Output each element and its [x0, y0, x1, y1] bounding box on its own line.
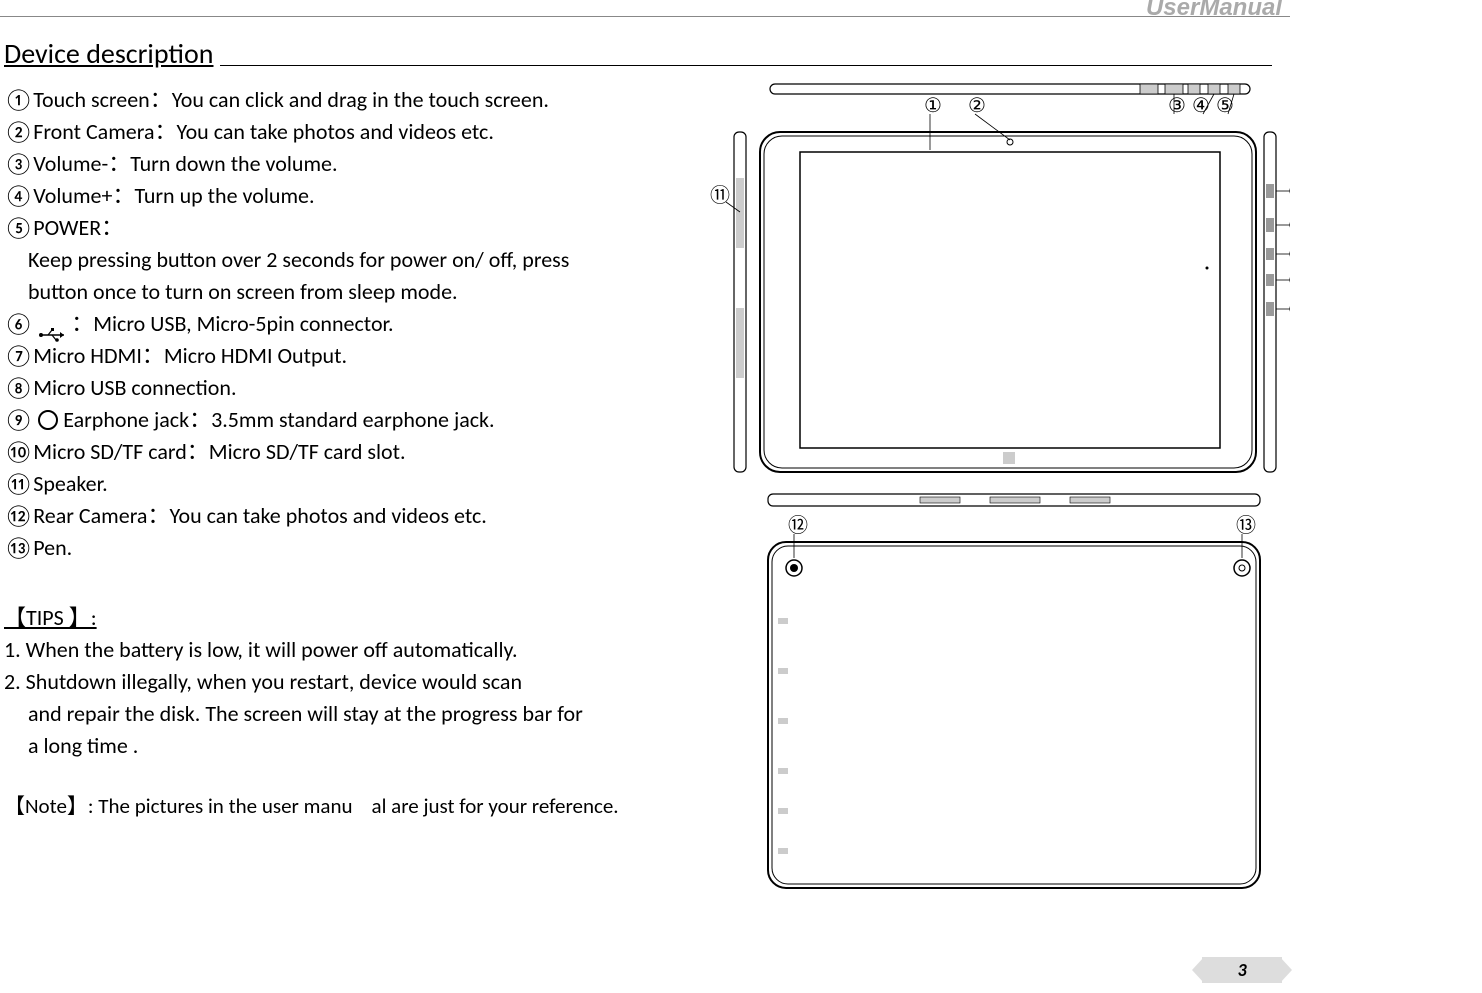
callout-3: ③: [1168, 95, 1186, 117]
callout-9: ⑨: [1288, 270, 1290, 292]
item-3: ③Volume-：Turn down the volume.: [4, 148, 684, 180]
note-label: 【Note】:: [4, 793, 94, 819]
callout-7: ⑦: [1288, 215, 1290, 237]
headphone-icon: [38, 410, 58, 430]
section-title-text: Device description: [4, 36, 213, 71]
item-5-line1: Keep pressing button over 2 seconds for …: [28, 244, 684, 276]
callout-5: ⑤: [1216, 95, 1234, 117]
tips-2a: 2. Shutdown illegally, when you restart,…: [4, 666, 684, 698]
brand-text: UserManual: [1146, 0, 1282, 22]
item-10: ⑩Micro SD/TF card：Micro SD/TF card slot.: [4, 436, 684, 468]
description-column: ①Touch screen：You can click and drag in …: [4, 84, 684, 822]
page-number: 3: [1202, 957, 1282, 983]
callout-12: ⑫: [788, 514, 808, 537]
callout-13: ⑬: [1236, 514, 1256, 537]
note-text-a: The pictures in the user manu: [98, 793, 352, 819]
item-11: ⑪Speaker.: [4, 468, 684, 500]
tips-2b: and repair the disk. The screen will sta…: [28, 698, 684, 730]
item-6-prefix: ⑥: [4, 310, 33, 337]
tips-block: 【TIPS 】: 1. When the battery is low, it …: [4, 602, 684, 762]
callout-2: ②: [968, 95, 986, 117]
callout-4: ④: [1192, 95, 1210, 117]
header-rule: [0, 16, 1290, 17]
item-5-label: ⑤POWER：: [4, 212, 684, 244]
item-4: ④Volume+：Turn up the volume.: [4, 180, 684, 212]
tips-heading: 【TIPS 】:: [4, 602, 684, 634]
item-6: ⑥ ：Micro USB, Micro-5pin connector.: [4, 308, 684, 340]
callout-6: ⑥: [1288, 181, 1290, 203]
callout-1: ①: [924, 95, 942, 117]
item-7: ⑦Micro HDMI：Micro HDMI Output.: [4, 340, 684, 372]
item-9-prefix: ⑨: [4, 406, 33, 433]
callout-8: ⑧: [1288, 244, 1290, 266]
item-5-line2: button once to turn on screen from sleep…: [28, 276, 684, 308]
item-12: ⑫Rear Camera：You can take photos and vid…: [4, 500, 684, 532]
note-block: 【Note】: The pictures in the user manu al…: [4, 790, 684, 822]
device-diagram: ① ② ③ ④ ⑤ ⑪ ⑥ ⑦ ⑧ ⑨ ⑩ ⑫ ⑬: [710, 78, 1290, 958]
section-title: Device description: [4, 38, 1290, 70]
item-13: ⑬Pen.: [4, 532, 684, 564]
tips-1: 1. When the battery is low, it will powe…: [4, 634, 684, 666]
tips-2c: a long time .: [28, 730, 684, 762]
callout-10: ⑩: [1288, 299, 1290, 321]
item-6-suffix: ：Micro USB, Micro-5pin connector.: [71, 310, 393, 337]
item-9-suffix: Earphone jack：3.5mm standard earphone ja…: [63, 406, 494, 433]
note-text-b: al are just for your reference.: [372, 793, 619, 819]
usb-icon: [38, 319, 66, 333]
item-8: ⑧Micro USB connection.: [4, 372, 684, 404]
item-2: ②Front Camera：You can take photos and vi…: [4, 116, 684, 148]
item-1: ①Touch screen：You can click and drag in …: [4, 84, 684, 116]
callout-11: ⑪: [710, 184, 730, 207]
item-9: ⑨ Earphone jack：3.5mm standard earphone …: [4, 404, 684, 436]
section-title-line: [220, 47, 1272, 66]
